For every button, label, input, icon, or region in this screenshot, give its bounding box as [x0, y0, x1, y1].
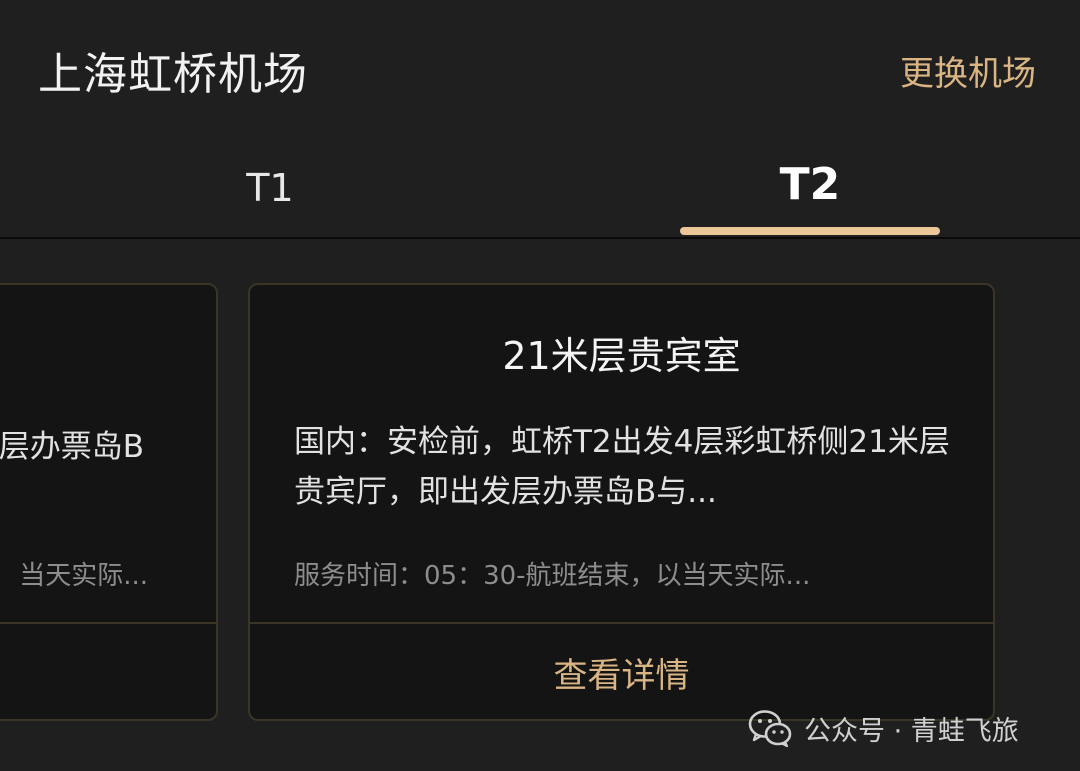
lounge-card[interactable]: 21米层贵宾室 国内：安检前，虹桥T2出发4层彩虹桥侧21米层贵宾厅，即出发层办…	[248, 283, 995, 721]
lounge-card-hours: 服务时间：05：30-航班结束，以当天实际...	[294, 561, 811, 591]
watermark: 公众号 · 青蛙飞旅	[748, 704, 1019, 752]
lounge-screen: 上海虹桥机场 更换机场 T1 T2 层办票岛B 当天实际... 21米层贵宾室 …	[0, 0, 1080, 771]
airport-title: 上海虹桥机场	[38, 49, 308, 100]
lounge-card-hours: 当天实际...	[19, 561, 148, 591]
lounge-card-desc: 层办票岛B	[0, 429, 144, 465]
terminal-tabs: T1 T2	[0, 130, 1080, 238]
watermark-text: 公众号 · 青蛙飞旅	[804, 715, 1019, 747]
tabs-divider	[0, 237, 1080, 239]
card-separator	[0, 622, 216, 624]
change-airport-button[interactable]: 更换机场	[900, 46, 1036, 95]
tab-active-indicator	[680, 227, 940, 235]
lounge-card-title: 21米层贵宾室	[502, 334, 741, 378]
tab-t1[interactable]: T1	[140, 130, 400, 242]
lounge-card-desc: 国内：安检前，虹桥T2出发4层彩虹桥侧21米层贵宾厅，即出发层办票岛B与...	[294, 424, 950, 510]
lounge-card-partial[interactable]: 层办票岛B 当天实际...	[0, 283, 218, 721]
wechat-icon	[748, 710, 792, 748]
header: 上海虹桥机场 更换机场	[0, 0, 1080, 130]
